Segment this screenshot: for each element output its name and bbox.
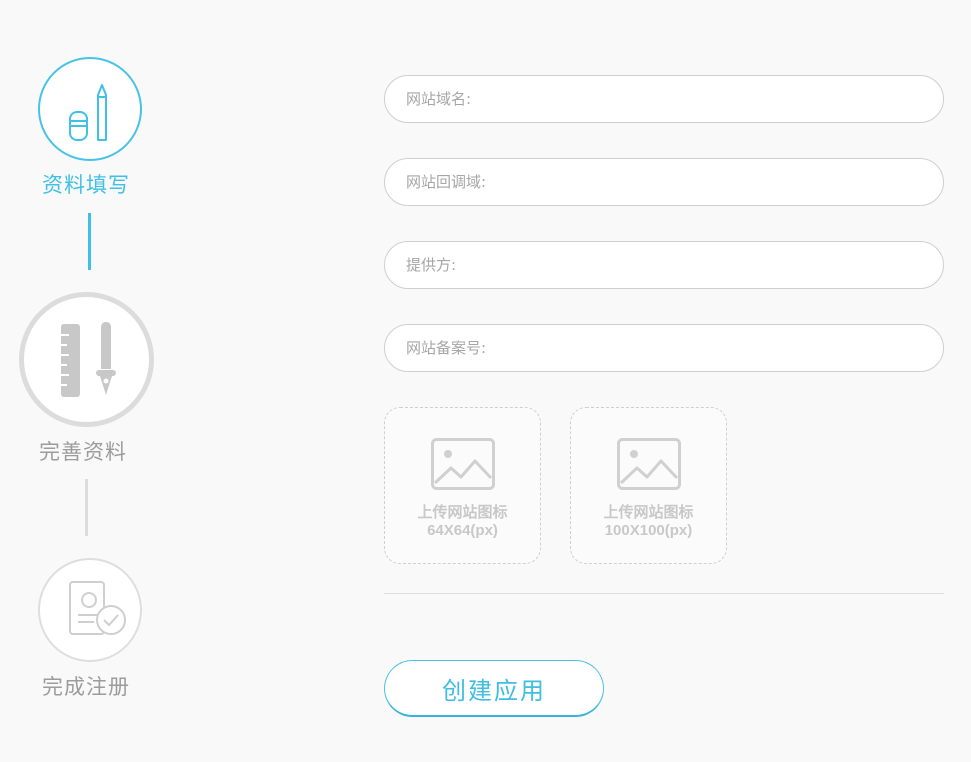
image-icon [617, 438, 681, 490]
upload-icon-100[interactable]: 上传网站图标 100X100(px) [570, 407, 727, 564]
step-connector-2 [85, 479, 88, 536]
document-check-icon [69, 581, 126, 635]
domain-field[interactable] [384, 75, 944, 123]
image-icon [431, 438, 495, 490]
upload-icon-64[interactable]: 上传网站图标 64X64(px) [384, 407, 541, 564]
callback-domain-field[interactable] [384, 158, 944, 206]
step-2-icon [19, 292, 154, 427]
icp-number-field[interactable] [384, 324, 944, 372]
step-1-label: 资料填写 [42, 173, 130, 197]
provider-field[interactable] [384, 241, 944, 289]
step-connector-1 [88, 213, 91, 270]
upload-size: 100X100(px) [604, 522, 693, 539]
ruler-pen-icon [61, 322, 116, 397]
provider-input[interactable] [406, 242, 906, 288]
step-2-label: 完善资料 [39, 440, 127, 464]
domain-input[interactable] [406, 76, 906, 122]
icp-number-input[interactable] [406, 325, 906, 371]
step-1-icon [38, 57, 142, 161]
upload-label: 上传网站图标 [603, 504, 694, 521]
upload-size: 64X64(px) [427, 522, 498, 539]
pencil-eraser-icon [69, 84, 107, 141]
form-divider [384, 593, 944, 594]
step-3-icon [38, 558, 142, 662]
step-3-label: 完成注册 [42, 675, 130, 699]
create-app-button[interactable]: 创建应用 [384, 660, 604, 717]
callback-domain-input[interactable] [406, 159, 906, 205]
upload-label: 上传网站图标 [417, 504, 508, 521]
